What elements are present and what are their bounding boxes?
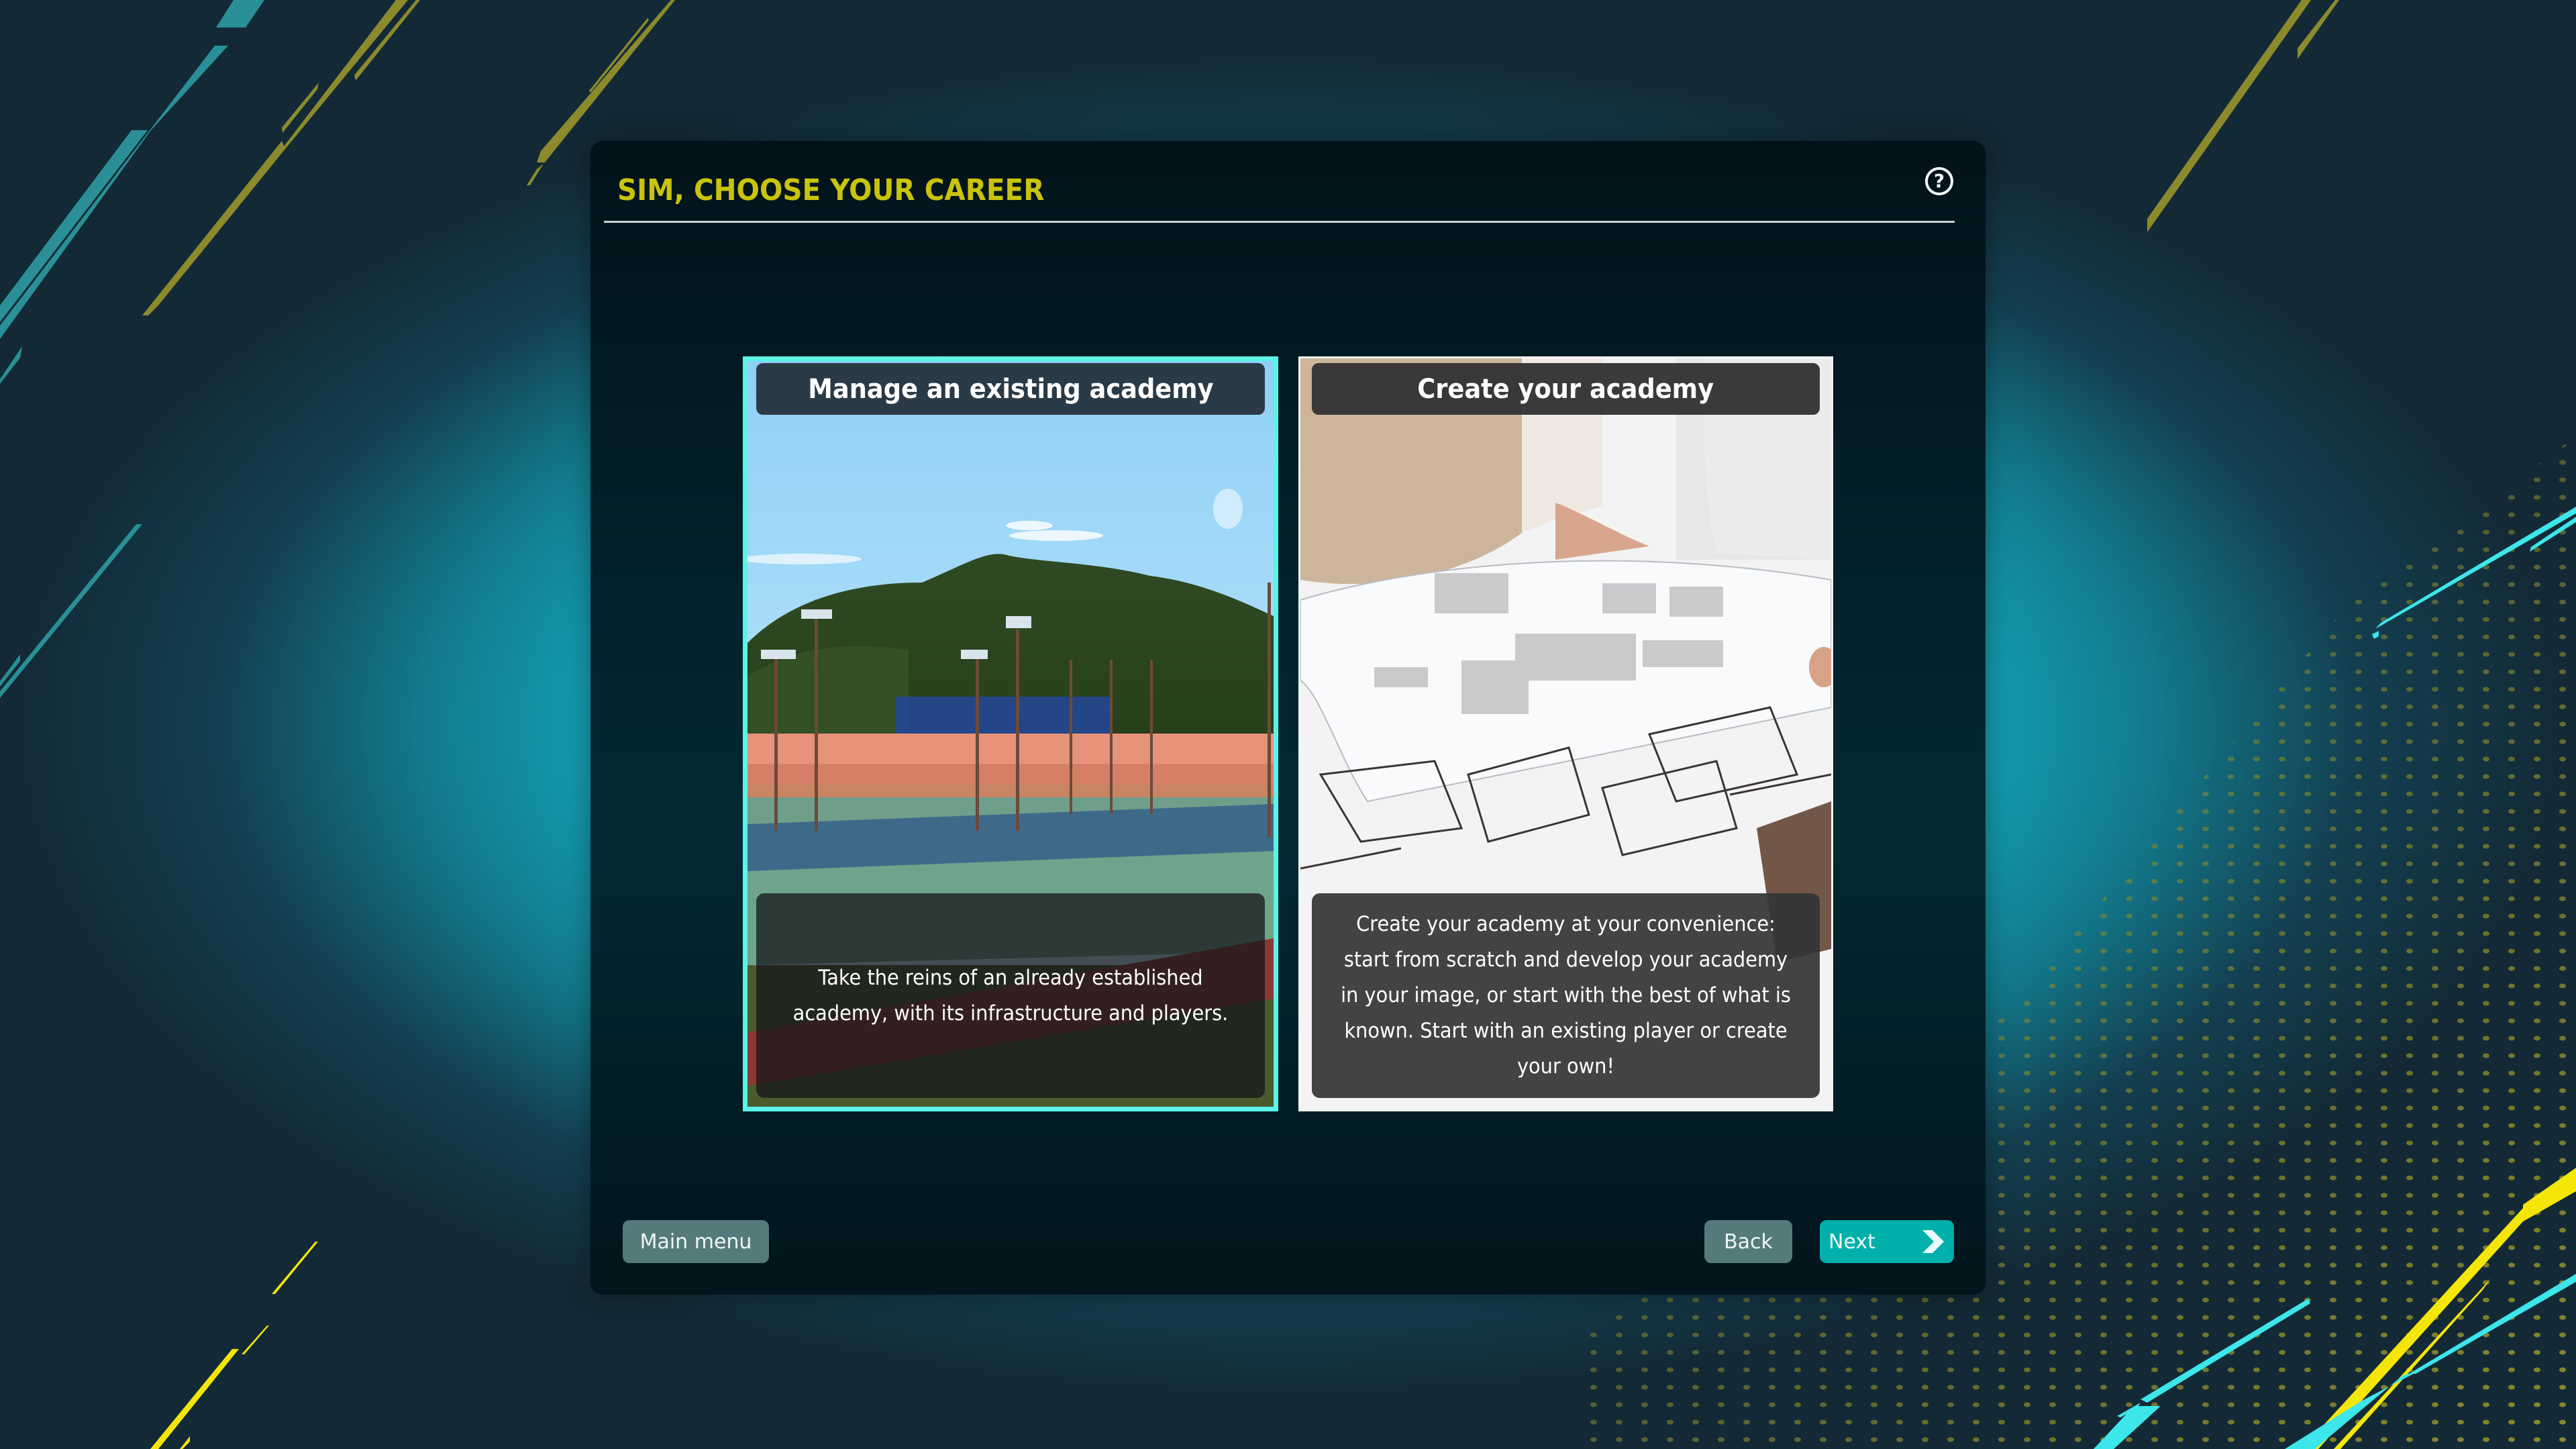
next-button[interactable]: Next <box>1820 1220 1954 1263</box>
career-option-manage-existing[interactable]: Manage an existing academy Take the rein… <box>743 356 1278 1111</box>
back-button[interactable]: Back <box>1704 1220 1792 1263</box>
chevron-right-icon <box>1922 1230 1944 1253</box>
slash-group-top-left-teal <box>0 0 264 698</box>
career-option-create-academy[interactable]: Create your academy Create your academy … <box>1298 356 1833 1111</box>
title-divider <box>604 221 1955 223</box>
card-description: Take the reins of an already established… <box>756 893 1265 1098</box>
card-description: Create your academy at your convenience:… <box>1312 893 1820 1098</box>
card-title: Manage an existing academy <box>756 363 1265 415</box>
question-circle-icon: ? <box>1933 170 1945 192</box>
slash-group-top-right <box>2147 0 2339 232</box>
card-title: Create your academy <box>1312 363 1820 415</box>
career-selection-dialog: SIM, CHOOSE YOUR CAREER ? Manage an exis… <box>590 141 1986 1295</box>
help-button[interactable]: ? <box>1925 167 1953 195</box>
dialog-title: SIM, CHOOSE YOUR CAREER <box>617 173 1045 207</box>
slash-group-bottom-left <box>150 1242 318 1449</box>
main-menu-button[interactable]: Main menu <box>623 1220 769 1263</box>
